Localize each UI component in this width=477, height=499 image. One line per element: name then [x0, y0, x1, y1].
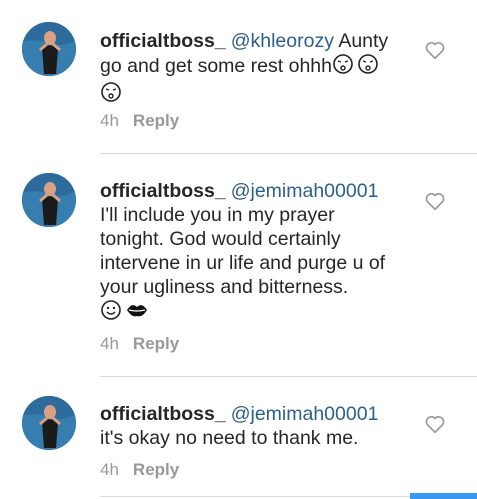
comment-username[interactable]: officialtboss_	[100, 180, 226, 202]
comment-divider	[100, 376, 477, 377]
comment-meta: 4h Reply	[100, 460, 179, 480]
reply-button[interactable]: Reply	[133, 460, 179, 479]
kiss-face-icon	[332, 53, 354, 81]
comment-timestamp: 4h	[100, 334, 119, 353]
comment-username[interactable]: officialtboss_	[100, 403, 226, 425]
comment-divider	[100, 153, 477, 154]
comment-text: officialtboss_ @khleorozy Aunty go and ge…	[100, 29, 400, 109]
reply-button[interactable]: Reply	[133, 111, 179, 130]
accent-bar	[410, 493, 477, 499]
like-heart-icon[interactable]	[424, 39, 446, 61]
reply-button[interactable]: Reply	[133, 334, 179, 353]
like-heart-icon[interactable]	[424, 413, 446, 435]
comment-message: it's okay no need to thank me.	[100, 427, 359, 449]
comment-message: I'll include you in my prayer tonight. G…	[100, 204, 386, 298]
comment-meta: 4h Reply	[100, 334, 179, 354]
comment-mention[interactable]: @khleorozy	[231, 30, 334, 52]
avatar[interactable]	[22, 396, 76, 450]
lips-icon	[125, 299, 149, 327]
comment-mention[interactable]: @jemimah00001	[231, 403, 379, 425]
comment-username[interactable]: officialtboss_	[100, 30, 226, 52]
comment-text: officialtboss_ @jemimah00001 I'll include…	[100, 179, 400, 327]
comment-timestamp: 4h	[100, 111, 119, 130]
smile-face-icon	[100, 299, 122, 327]
kiss-face-icon	[100, 81, 122, 109]
avatar[interactable]	[22, 173, 76, 227]
comment-meta: 4h Reply	[100, 111, 179, 131]
comment-mention[interactable]: @jemimah00001	[231, 180, 379, 202]
kiss-face-icon	[357, 53, 379, 81]
comment-text: officialtboss_ @jemimah00001 it's okay no…	[100, 402, 400, 450]
avatar[interactable]	[22, 22, 76, 76]
comment-timestamp: 4h	[100, 460, 119, 479]
like-heart-icon[interactable]	[424, 190, 446, 212]
